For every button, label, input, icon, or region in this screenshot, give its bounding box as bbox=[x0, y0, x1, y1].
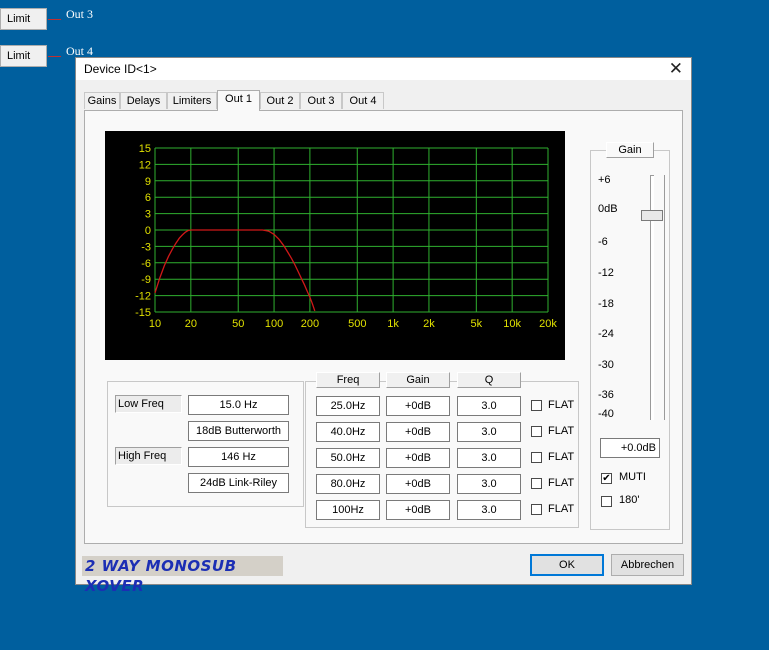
high-freq-label: High Freq bbox=[115, 447, 182, 465]
limit-button-out3[interactable]: Limit bbox=[0, 8, 47, 30]
tab-out3[interactable]: Out 3 bbox=[300, 92, 342, 109]
tab-out1[interactable]: Out 1 bbox=[217, 90, 260, 111]
phase-180-label: 180' bbox=[619, 494, 640, 506]
dialog-title: Device ID<1> bbox=[84, 62, 157, 76]
phase-180-checkbox[interactable] bbox=[601, 496, 612, 507]
eq-gain-field[interactable]: +0dB bbox=[386, 422, 450, 442]
eq-flat-label: FLAT bbox=[548, 477, 575, 489]
eq-freq-field[interactable]: 100Hz bbox=[316, 500, 380, 520]
x-tick-label: 10 bbox=[149, 318, 161, 330]
eq-flat-checkbox[interactable] bbox=[531, 426, 542, 437]
gain-scale-label: -30 bbox=[598, 359, 614, 371]
gain-scale-label: -6 bbox=[598, 236, 608, 248]
eq-flat-checkbox[interactable] bbox=[531, 400, 542, 411]
high-freq-field[interactable]: 146 Hz bbox=[188, 447, 289, 467]
muti-checkbox[interactable]: ✔ bbox=[601, 473, 612, 484]
gain-slider-ticks bbox=[664, 175, 665, 420]
x-tick-label: 1k bbox=[387, 318, 399, 330]
connector-line bbox=[48, 19, 61, 20]
low-freq-label: Low Freq bbox=[115, 395, 182, 413]
eq-freq-field[interactable]: 80.0Hz bbox=[316, 474, 380, 494]
ok-button[interactable]: OK bbox=[530, 554, 604, 576]
x-tick-label: 2k bbox=[423, 318, 435, 330]
close-icon[interactable]: ✕ bbox=[669, 59, 683, 79]
response-curve bbox=[154, 229, 316, 312]
eq-gain-field[interactable]: +0dB bbox=[386, 474, 450, 494]
x-tick-label: 500 bbox=[348, 318, 366, 330]
eq-header-q: Q bbox=[457, 372, 521, 388]
y-tick-label: -9 bbox=[141, 274, 151, 286]
eq-flat-checkbox[interactable] bbox=[531, 478, 542, 489]
x-tick-label: 200 bbox=[301, 318, 319, 330]
y-tick-label: 3 bbox=[145, 209, 151, 221]
x-tick-label: 20k bbox=[539, 318, 557, 330]
y-tick-label: 0 bbox=[145, 225, 151, 237]
y-tick-label: 15 bbox=[139, 143, 151, 155]
y-tick-label: 6 bbox=[145, 192, 151, 204]
eq-flat-checkbox[interactable] bbox=[531, 504, 542, 515]
out3-label: Out 3 bbox=[66, 7, 93, 21]
y-tick-label: 9 bbox=[145, 176, 151, 188]
gain-scale-label: -40 bbox=[598, 408, 614, 420]
eq-freq-field[interactable]: 50.0Hz bbox=[316, 448, 380, 468]
connector-line bbox=[48, 56, 61, 57]
gain-scale-label: 0dB bbox=[598, 203, 618, 215]
low-filter-type-field[interactable]: 18dB Butterworth bbox=[188, 421, 289, 441]
eq-gain-field[interactable]: +0dB bbox=[386, 396, 450, 416]
eq-q-field[interactable]: 3.0 bbox=[457, 422, 521, 442]
gain-value-field[interactable]: +0.0dB bbox=[600, 438, 660, 458]
preset-banner: 2 WAY MONOSUB XOVER bbox=[82, 556, 283, 595]
eq-flat-label: FLAT bbox=[548, 399, 575, 411]
x-tick-label: 50 bbox=[232, 318, 244, 330]
y-tick-label: -12 bbox=[135, 291, 151, 303]
x-tick-label: 20 bbox=[185, 318, 197, 330]
gain-scale-label: -24 bbox=[598, 328, 614, 340]
muti-label: MUTI bbox=[619, 471, 646, 483]
gain-scale-label: -18 bbox=[598, 298, 614, 310]
low-freq-field[interactable]: 15.0 Hz bbox=[188, 395, 289, 415]
eq-header-gain: Gain bbox=[386, 372, 450, 388]
eq-q-field[interactable]: 3.0 bbox=[457, 448, 521, 468]
gain-scale-label: +6 bbox=[598, 174, 611, 186]
eq-q-field[interactable]: 3.0 bbox=[457, 396, 521, 416]
gain-scale-label: -36 bbox=[598, 389, 614, 401]
gain-slider-thumb[interactable] bbox=[641, 209, 663, 221]
eq-gain-field[interactable]: +0dB bbox=[386, 448, 450, 468]
title-bar: Device ID<1> ✕ bbox=[76, 58, 691, 80]
eq-header-freq: Freq bbox=[316, 372, 380, 388]
frequency-response-graph: 15129630-3-6-9-12-1510 20 50 100 200 500 1k 2k 5… bbox=[105, 131, 565, 360]
limit-button-out4[interactable]: Limit bbox=[0, 45, 47, 67]
gain-scale-label: -12 bbox=[598, 267, 614, 279]
tab-out2[interactable]: Out 2 bbox=[260, 92, 300, 109]
tab-out4[interactable]: Out 4 bbox=[342, 92, 384, 109]
eq-gain-field[interactable]: +0dB bbox=[386, 500, 450, 520]
y-tick-label: 12 bbox=[139, 159, 151, 171]
high-filter-type-field[interactable]: 24dB Link-Riley bbox=[188, 473, 289, 493]
tab-delays[interactable]: Delays bbox=[120, 92, 167, 109]
x-tick-label: 100 bbox=[265, 318, 283, 330]
x-tick-label: 5k bbox=[471, 318, 483, 330]
tab-limiters[interactable]: Limiters bbox=[167, 92, 217, 109]
eq-freq-field[interactable]: 40.0Hz bbox=[316, 422, 380, 442]
y-tick-label: -6 bbox=[141, 258, 151, 270]
eq-q-field[interactable]: 3.0 bbox=[457, 500, 521, 520]
cancel-button[interactable]: Abbrechen bbox=[611, 554, 684, 576]
eq-flat-label: FLAT bbox=[548, 503, 575, 515]
eq-flat-label: FLAT bbox=[548, 425, 575, 437]
device-dialog: Device ID<1> ✕ Gains Delays Limiters Out… bbox=[75, 57, 692, 585]
gain-title: Gain bbox=[606, 142, 654, 158]
x-tick-label: 10k bbox=[503, 318, 521, 330]
eq-flat-checkbox[interactable] bbox=[531, 452, 542, 463]
eq-flat-label: FLAT bbox=[548, 451, 575, 463]
eq-q-field[interactable]: 3.0 bbox=[457, 474, 521, 494]
y-tick-label: -3 bbox=[141, 241, 151, 253]
tab-gains[interactable]: Gains bbox=[84, 92, 120, 109]
eq-freq-field[interactable]: 25.0Hz bbox=[316, 396, 380, 416]
